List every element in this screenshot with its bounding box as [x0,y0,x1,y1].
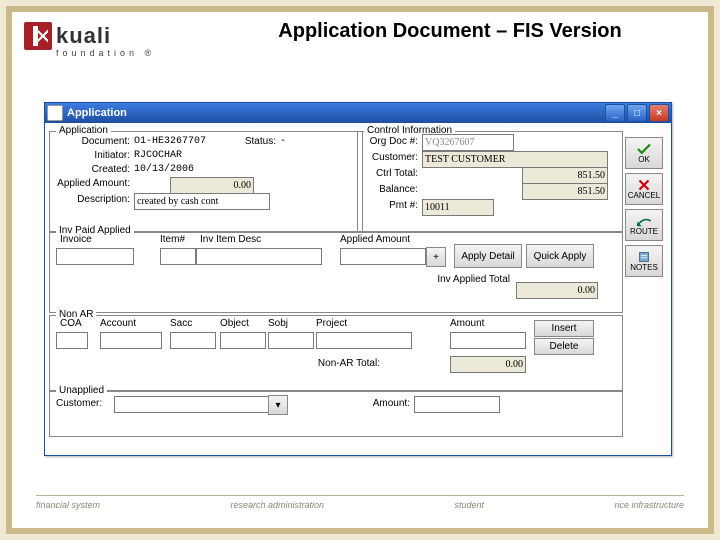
description-input[interactable] [134,193,270,210]
logo-subtext: foundation ® [56,48,194,58]
invdesc-input[interactable] [196,248,322,265]
insert-button[interactable]: Insert [534,320,594,337]
check-icon [636,143,652,155]
delete-button[interactable]: Delete [534,338,594,355]
amount-col: Amount [450,318,500,329]
customer-value [422,151,608,168]
kuali-logo: kuali foundation ® [24,22,194,58]
footer-financial: financial system [36,500,100,510]
inv-applied-total-value [516,282,598,299]
created-label: Created: [50,164,130,175]
cancel-label: CANCEL [628,191,660,200]
unapplied-customer-label: Customer: [56,398,110,409]
cancel-button[interactable]: CANCEL [625,173,663,205]
ok-label: OK [638,155,650,164]
window-app-icon [47,105,63,121]
notes-button[interactable]: NOTES [625,245,663,277]
close-button[interactable]: × [649,104,669,122]
balance-value [522,183,608,200]
account-input[interactable] [100,332,162,349]
minimize-button[interactable]: _ [605,104,625,122]
non-ar-group: Non AR COA Account Sacc Object Sobj Proj… [49,315,623,391]
application-legend: Application [56,125,111,136]
applied-amount-value [170,177,254,194]
unapplied-legend: Unapplied [56,385,107,396]
status-value: - [280,136,286,147]
unapplied-amount-label: Amount: [360,398,410,409]
quick-apply-button[interactable]: Quick Apply [526,244,594,268]
invoice-input[interactable] [56,248,134,265]
account-col: Account [100,318,150,329]
invdesc-col: Inv Item Desc [200,234,280,245]
inv-applied-total-label: Inv Applied Total [410,274,510,285]
balance-label: Balance: [358,184,418,195]
maximize-button[interactable]: □ [627,104,647,122]
orgdoc-input[interactable] [422,134,514,151]
pmt-label: Pmt #: [358,200,418,211]
customer-lookup-button[interactable]: ▾ [268,395,288,415]
initiator-label: Initiator: [50,150,130,161]
inv-paid-applied-group: Inv Paid Applied Invoice Item# Inv Item … [49,231,623,313]
object-input[interactable] [220,332,266,349]
status-label: Status: [236,136,276,147]
nonar-total-label: Non-AR Total: [300,358,380,369]
sacc-input[interactable] [170,332,216,349]
logo-brand: kuali [56,23,111,49]
description-label: Description: [50,194,130,205]
apply-detail-button[interactable]: Apply Detail [454,244,522,268]
sacc-col: Sacc [170,318,210,329]
ok-button[interactable]: OK [625,137,663,169]
notes-icon [636,251,652,263]
object-col: Object [220,318,260,329]
unapplied-customer-input[interactable] [114,396,270,413]
unapplied-group: Unapplied Customer: ▾ Amount: [49,391,623,437]
window-titlebar[interactable]: Application _ □ × [45,103,671,123]
control-info-group: Control Information Org Doc #: Customer:… [357,131,623,233]
ctrltotal-label: Ctrl Total: [358,168,418,179]
orgdoc-label: Org Doc #: [358,136,418,147]
route-button[interactable]: ROUTE [625,209,663,241]
item-input[interactable] [160,248,196,265]
nonar-amount-input[interactable] [450,332,526,349]
appliedamt-col: Applied Amount [340,234,430,245]
route-label: ROUTE [630,227,658,236]
applied-amount-label: Applied Amount: [50,178,130,189]
unapplied-amount-input[interactable] [414,396,500,413]
footer-nav: financial system research administration… [36,495,684,510]
project-input[interactable] [316,332,412,349]
application-window: Application _ □ × Application Document: … [44,102,672,456]
footer-rice: rice infrastructure [614,500,684,510]
notes-label: NOTES [630,263,658,272]
coa-input[interactable] [56,332,88,349]
ctrltotal-value [522,167,608,184]
route-icon [636,215,652,227]
footer-research: research administration [230,500,324,510]
pmt-value [422,199,494,216]
sobj-col: Sobj [268,318,308,329]
application-group: Application Document: O1-HE3267707 Statu… [49,131,363,233]
nonar-total-value [450,356,526,373]
created-value: 10/13/2006 [134,164,194,175]
add-row-button[interactable]: + [426,247,446,267]
sobj-input[interactable] [268,332,314,349]
page-title: Application Document – FIS Version [212,20,688,43]
footer-student: student [454,500,484,510]
initiator-value: RJCOCHAR [134,150,182,161]
coa-col: COA [60,318,90,329]
x-icon [636,179,652,191]
document-label: Document: [50,136,130,147]
window-title: Application [67,107,605,119]
customer-label: Customer: [358,152,418,163]
invoice-col: Invoice [60,234,110,245]
item-col: Item# [160,234,200,245]
applied-input[interactable] [340,248,426,265]
document-value: O1-HE3267707 [134,136,206,147]
kuali-logo-icon [24,22,52,50]
project-col: Project [316,318,366,329]
